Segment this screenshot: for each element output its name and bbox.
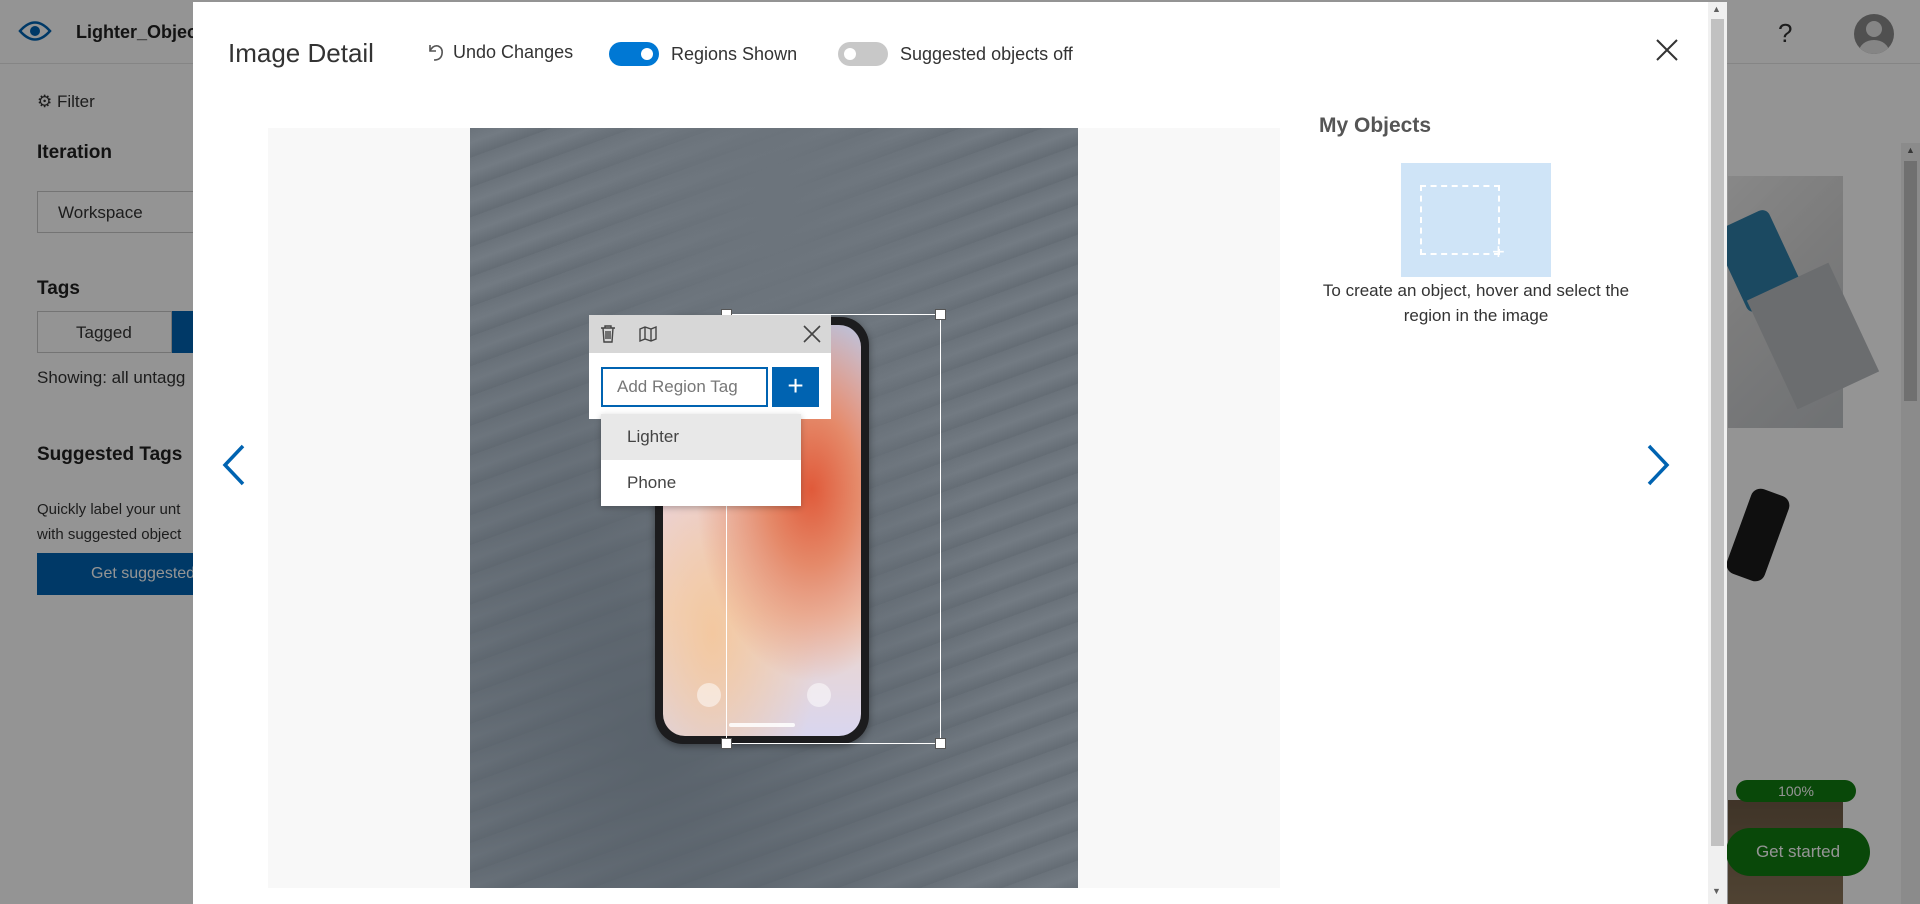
image-canvas[interactable]: 14:32 onsdag 5 februari <box>268 128 1280 888</box>
tag-suggestions-dropdown: Lighter Phone <box>601 414 801 506</box>
my-objects-heading: My Objects <box>1319 114 1432 137</box>
scrollbar-thumb[interactable] <box>1711 19 1724 846</box>
flashlight-icon <box>697 683 721 707</box>
toggle-knob <box>844 48 856 60</box>
toggle-track <box>609 42 659 66</box>
create-object-illustration: + <box>1401 163 1551 277</box>
scroll-down-icon[interactable]: ▼ <box>1712 886 1721 896</box>
next-image-icon[interactable] <box>1643 443 1673 487</box>
plus-icon: + <box>1492 239 1505 264</box>
suggested-objects-label: Suggested objects off <box>900 43 1073 64</box>
toggle-knob <box>641 48 653 60</box>
tag-option-lighter[interactable]: Lighter <box>601 414 801 460</box>
undo-icon <box>429 45 443 61</box>
region-tag-toolbar <box>589 315 831 353</box>
modal-title: Image Detail <box>228 38 374 68</box>
add-tag-button[interactable]: + <box>772 367 819 407</box>
toggle-track <box>838 42 888 66</box>
undo-label: Undo Changes <box>453 41 574 62</box>
close-icon[interactable] <box>1653 36 1681 64</box>
tag-option-phone[interactable]: Phone <box>601 460 801 506</box>
suggested-objects-toggle[interactable]: Suggested objects off <box>838 42 1073 66</box>
previous-image-icon[interactable] <box>219 443 249 487</box>
resize-handle-bottom-left[interactable] <box>721 738 732 749</box>
my-objects-hint: To create an object, hover and select th… <box>1322 281 1630 325</box>
regions-shown-toggle[interactable]: Regions Shown <box>609 42 797 66</box>
close-icon[interactable] <box>801 323 823 345</box>
resize-handle-bottom-right[interactable] <box>935 738 946 749</box>
region-tag-input[interactable] <box>601 367 768 407</box>
image-detail-modal: Image Detail Undo Changes Regions Shown … <box>193 2 1727 904</box>
undo-changes-button[interactable]: Undo Changes <box>425 41 573 63</box>
resize-handle-top-right[interactable] <box>935 309 946 320</box>
region-tag-editor: + <box>589 353 831 419</box>
modal-scrollbar[interactable]: ▲ ▼ <box>1708 2 1727 904</box>
trash-icon[interactable] <box>597 323 619 345</box>
map-icon[interactable] <box>637 323 659 345</box>
dashed-region-icon <box>1420 185 1500 255</box>
scroll-up-icon[interactable]: ▲ <box>1712 4 1721 14</box>
regions-shown-label: Regions Shown <box>671 43 798 64</box>
